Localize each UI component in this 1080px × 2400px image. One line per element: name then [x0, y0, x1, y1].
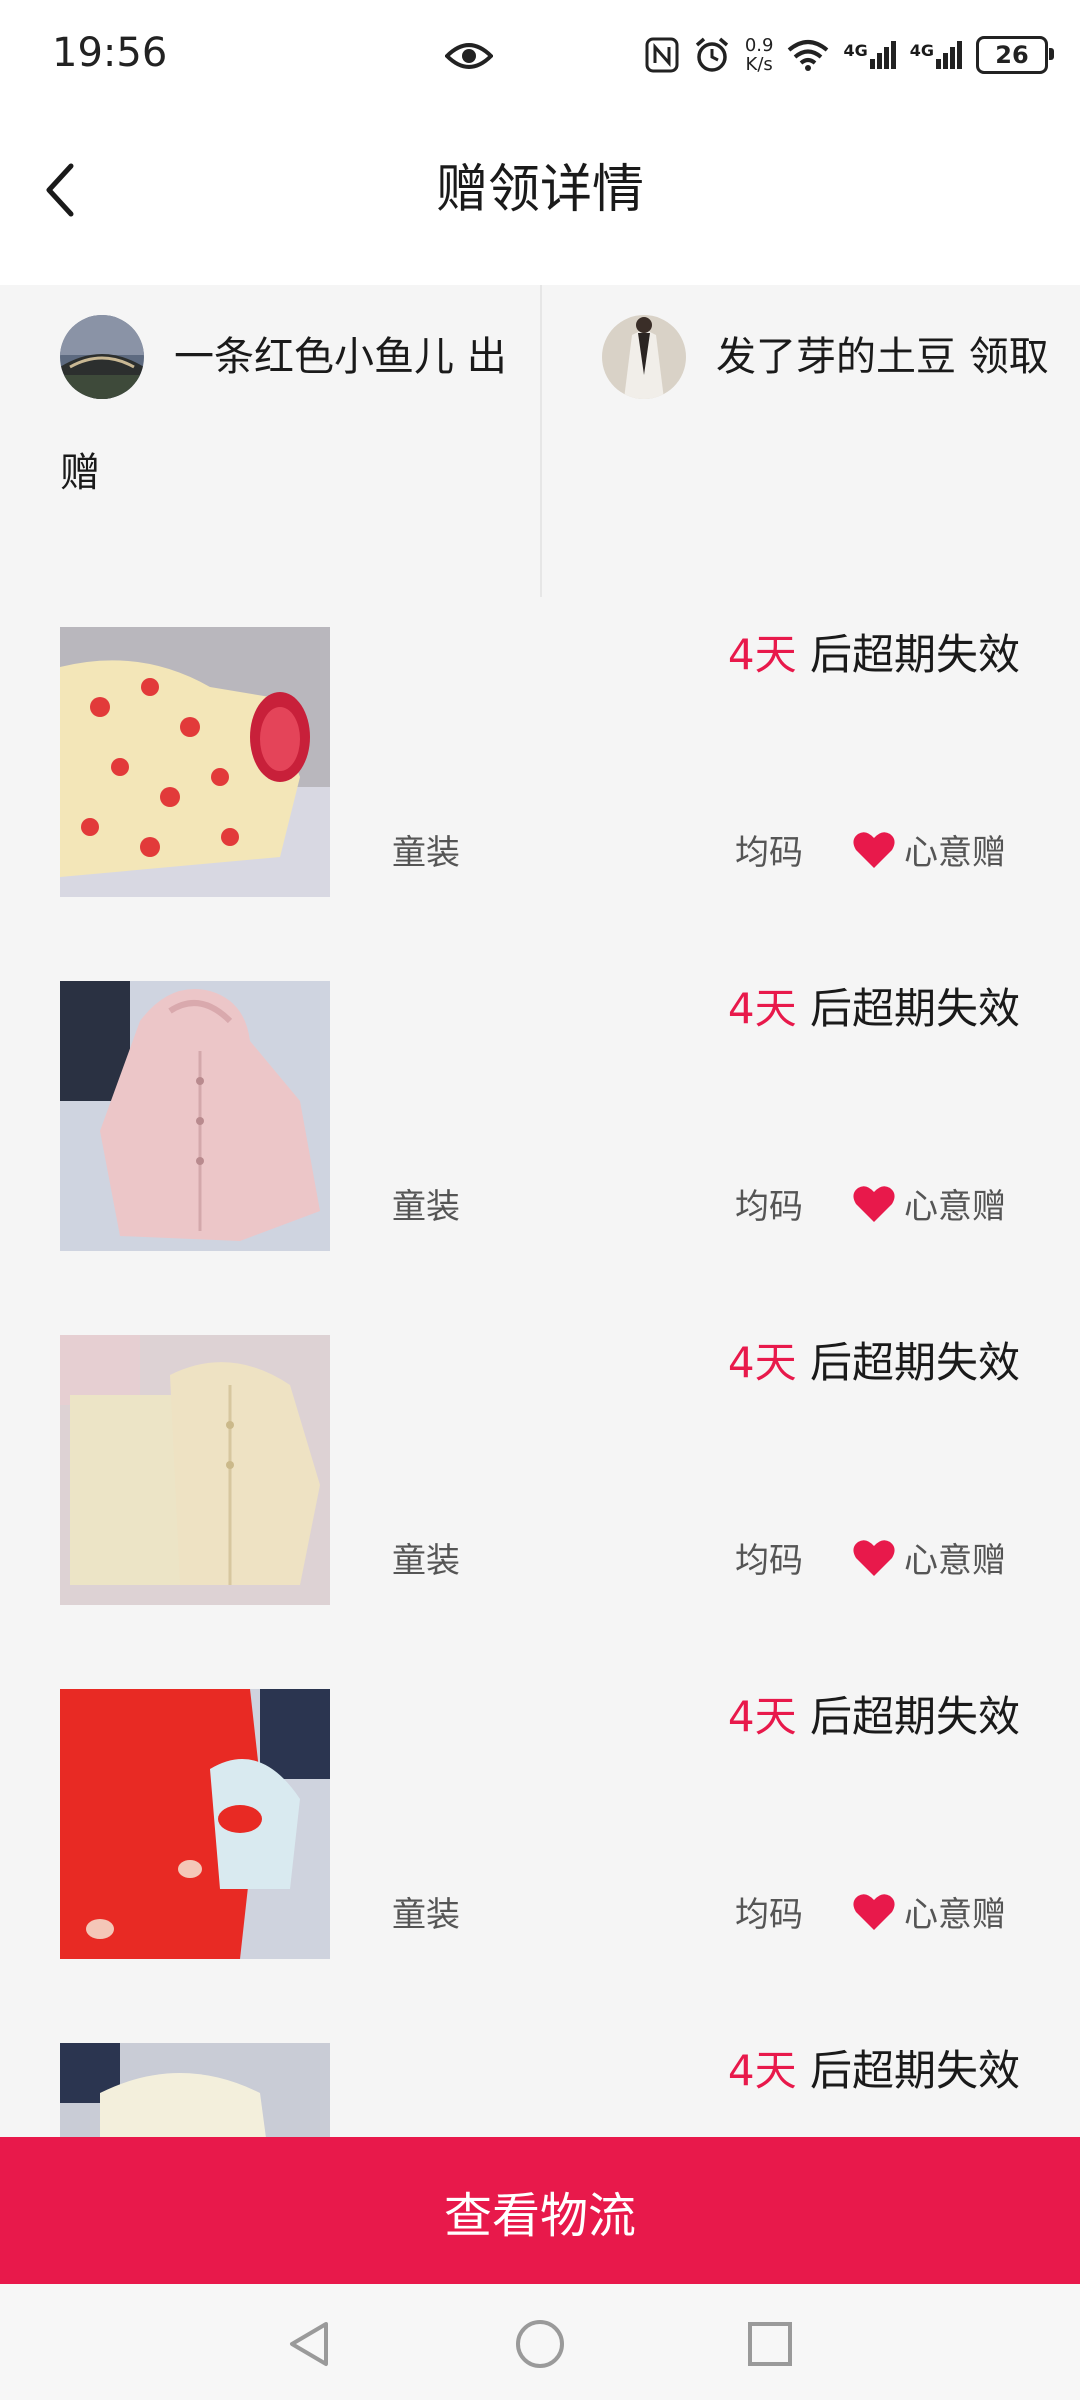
list-item[interactable]: 4天 后超期失效 童装 均码 心意赠 [0, 597, 1080, 953]
item-photo [60, 627, 330, 897]
item-category: 童装 [392, 1895, 460, 1935]
list-item[interactable]: 4天 后超期失效 童装 均码 心意赠 [0, 1305, 1080, 1661]
item-size: 均码 [735, 1541, 803, 1581]
net-speed: 0.9 K/s [745, 36, 774, 74]
list-item[interactable]: 4天 后超期失效 童装 均码 心意赠 [0, 1659, 1080, 2015]
system-nav-bar [0, 2284, 1080, 2400]
gift-type: 心意赠 [852, 825, 1006, 874]
giver-action-2: 赠 [60, 450, 100, 496]
expire-suffix: 后超期失效 [796, 1692, 1020, 1741]
signal-label-2: 4G [909, 41, 934, 60]
signal-label-1: 4G [843, 41, 868, 60]
gift-type: 心意赠 [852, 1887, 1006, 1936]
giver-action-1: 出 [466, 334, 507, 380]
expire-text: 4天 后超期失效 [728, 981, 1020, 1037]
item-category: 童装 [392, 1541, 460, 1581]
expire-days: 4天 [727, 984, 797, 1033]
item-category: 童装 [392, 833, 460, 873]
signal-icon-2: 4G [910, 41, 962, 69]
gift-type-label: 心意赠 [904, 1187, 1006, 1227]
expire-text: 4天 后超期失效 [728, 627, 1020, 683]
item-photo [60, 981, 330, 1251]
expire-suffix: 后超期失效 [796, 1338, 1020, 1387]
expire-days: 4天 [727, 1692, 797, 1741]
wifi-icon [788, 40, 829, 71]
gift-type-label: 心意赠 [904, 1895, 1006, 1935]
heart-icon [853, 1185, 895, 1222]
gift-type: 心意赠 [852, 1533, 1006, 1582]
nfc-icon [645, 37, 679, 73]
heart-icon [853, 1539, 895, 1576]
expire-text: 4天 后超期失效 [728, 1335, 1020, 1391]
item-photo [60, 1335, 330, 1605]
item-category: 童装 [392, 1187, 460, 1227]
receiver-action: 领取 [968, 334, 1049, 380]
header: 赠领详情 [0, 110, 1080, 285]
list-item[interactable]: 4天 后超期失效 童装 均码 心意赠 [0, 951, 1080, 1307]
battery-icon: 26 [976, 36, 1054, 74]
giver-info: 一条红色小鱼儿 出 赠 [60, 311, 530, 503]
heart-icon [853, 831, 895, 868]
heart-icon [853, 1893, 895, 1930]
net-speed-value: 0.9 [744, 35, 774, 56]
receiver-name: 发了芽的土豆 [716, 334, 956, 380]
item-photo [60, 1689, 330, 1959]
users-row: 一条红色小鱼儿 出 赠 发了芽的土豆 领取 [0, 285, 1080, 599]
receiver-info: 发了芽的土豆 领取 [602, 311, 1072, 403]
item-size: 均码 [735, 833, 803, 873]
nav-home-icon[interactable] [512, 2316, 568, 2372]
gift-type-label: 心意赠 [904, 833, 1006, 873]
status-bar: 19:56 0.9 K/s 4G 4G 26 [0, 0, 1080, 110]
item-size: 均码 [735, 1895, 803, 1935]
status-icons: 0.9 K/s 4G 4G 26 [645, 30, 1054, 80]
giver-card[interactable]: 一条红色小鱼儿 出 赠 [0, 285, 540, 597]
view-logistics-button[interactable]: 查看物流 [0, 2137, 1080, 2284]
gift-type: 心意赠 [852, 1179, 1006, 1228]
expire-text: 4天 后超期失效 [728, 2043, 1020, 2099]
eye-icon [445, 43, 493, 69]
giver-name: 一条红色小鱼儿 [174, 334, 454, 380]
nav-recents-icon[interactable] [742, 2316, 798, 2372]
nav-back-icon[interactable] [282, 2316, 338, 2372]
page-title: 赠领详情 [435, 160, 644, 220]
expire-suffix: 后超期失效 [796, 630, 1020, 679]
battery-level: 26 [995, 41, 1029, 69]
expire-days: 4天 [727, 1338, 797, 1387]
status-time: 19:56 [52, 30, 168, 76]
signal-icon-1: 4G [843, 41, 896, 69]
expire-suffix: 后超期失效 [796, 984, 1020, 1033]
receiver-card[interactable]: 发了芽的土豆 领取 [540, 285, 1080, 597]
item-size: 均码 [735, 1187, 803, 1227]
gift-type-label: 心意赠 [904, 1541, 1006, 1581]
expire-days: 4天 [727, 2046, 797, 2095]
expire-text: 4天 后超期失效 [728, 1689, 1020, 1745]
expire-suffix: 后超期失效 [796, 2046, 1020, 2095]
net-speed-unit: K/s [745, 54, 773, 75]
expire-days: 4天 [727, 630, 797, 679]
alarm-icon [695, 37, 728, 72]
